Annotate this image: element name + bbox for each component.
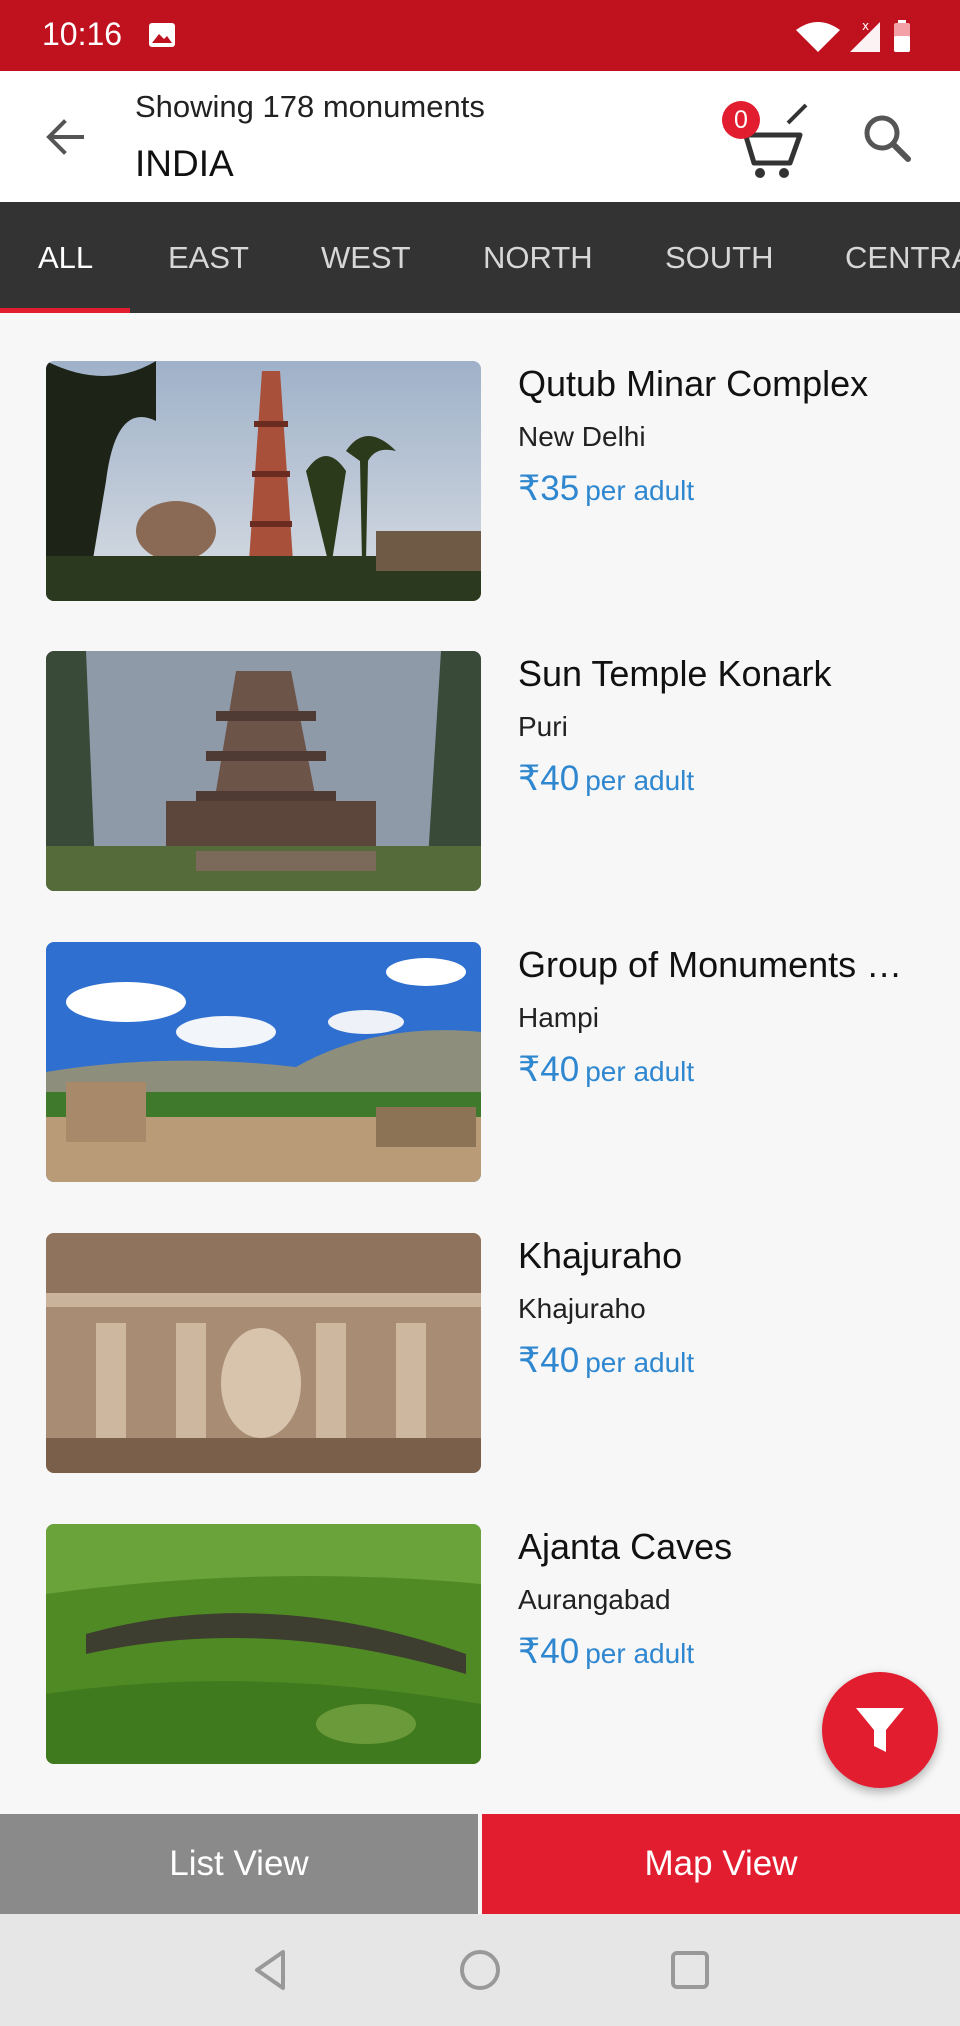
monument-name: Khajuraho [518, 1235, 683, 1276]
filter-button[interactable] [822, 1672, 938, 1788]
status-time: 10:16 [42, 16, 123, 52]
region-tabs: ALL EAST WEST NORTH SOUTH CENTRAL [0, 202, 960, 313]
monument-city: Khajuraho [518, 1293, 646, 1324]
monument-name: Qutub Minar Complex [518, 363, 869, 404]
image-icon [149, 23, 175, 47]
price-amount: ₹40 [518, 1341, 580, 1380]
monument-image [46, 361, 481, 601]
price-unit: per adult [585, 1056, 695, 1087]
page-title: INDIA [135, 143, 234, 184]
monument-city: New Delhi [518, 421, 646, 452]
nav-back-icon[interactable] [245, 1944, 297, 1996]
monument-name: Ajanta Caves [518, 1526, 733, 1567]
nav-home-icon[interactable] [454, 1944, 506, 1996]
signal-icon: x [850, 19, 880, 52]
battery-icon [894, 20, 910, 52]
price-unit: per adult [585, 1347, 695, 1378]
price-amount: ₹40 [518, 1632, 580, 1671]
price-unit: per adult [585, 1638, 695, 1669]
svg-text:x: x [862, 19, 869, 33]
system-nav-bar [0, 1914, 960, 2026]
tab-central[interactable]: CENTRAL [845, 202, 960, 313]
tab-south[interactable]: SOUTH [665, 202, 774, 313]
monument-list-item[interactable]: Khajuraho Khajuraho ₹40 per adult [0, 1233, 960, 1483]
monument-city: Puri [518, 711, 568, 742]
wifi-icon [796, 22, 840, 52]
monument-list-item[interactable]: Qutub Minar Complex New Delhi ₹35 per adu… [0, 361, 960, 611]
price-amount: ₹40 [518, 1050, 580, 1089]
view-toggle-bar: List View Map View [0, 1814, 960, 1914]
monument-list-item[interactable]: Sun Temple Konark Puri ₹40 per adult [0, 651, 960, 901]
app-bar: Showing 178 monuments INDIA 0 [0, 71, 960, 202]
tab-all[interactable]: ALL [38, 202, 93, 313]
nav-recents-icon[interactable] [664, 1944, 716, 1996]
tab-west[interactable]: WEST [321, 202, 411, 313]
price-unit: per adult [585, 475, 695, 506]
status-bar: 10:16 x [0, 0, 960, 71]
monument-city: Aurangabad [518, 1584, 671, 1615]
monument-image [46, 1233, 481, 1473]
active-tab-indicator [0, 308, 130, 313]
monument-price: ₹40 per adult [518, 1341, 694, 1381]
monument-name: Group of Monuments at Hampi [518, 944, 918, 985]
price-amount: ₹35 [518, 469, 580, 508]
monument-price: ₹40 per adult [518, 1632, 694, 1672]
monument-price: ₹40 per adult [518, 1050, 694, 1090]
monument-price: ₹35 per adult [518, 469, 694, 509]
price-amount: ₹40 [518, 759, 580, 798]
monument-image [46, 1524, 481, 1764]
tab-east[interactable]: EAST [168, 202, 249, 313]
monument-city: Hampi [518, 1002, 599, 1033]
search-icon[interactable] [858, 109, 918, 169]
map-view-button[interactable]: Map View [482, 1814, 960, 1914]
monument-price: ₹40 per adult [518, 759, 694, 799]
cart-button[interactable]: 0 [718, 101, 808, 181]
status-icons: x [796, 19, 910, 52]
monument-list-item[interactable]: Group of Monuments at Hampi Hampi ₹40per… [0, 942, 960, 1192]
monument-image [46, 942, 481, 1182]
back-arrow-icon[interactable] [36, 107, 96, 167]
list-view-button[interactable]: List View [0, 1814, 478, 1914]
price-unit: per adult [585, 765, 695, 796]
monument-list-item[interactable]: Ajanta Caves Aurangabad ₹40 per adult [0, 1524, 960, 1774]
monument-name: Sun Temple Konark [518, 653, 832, 694]
tab-north[interactable]: NORTH [483, 202, 593, 313]
filter-icon [856, 1708, 904, 1752]
cart-count-badge: 0 [722, 101, 760, 139]
results-count: Showing 178 monuments [135, 89, 485, 124]
monument-image [46, 651, 481, 891]
